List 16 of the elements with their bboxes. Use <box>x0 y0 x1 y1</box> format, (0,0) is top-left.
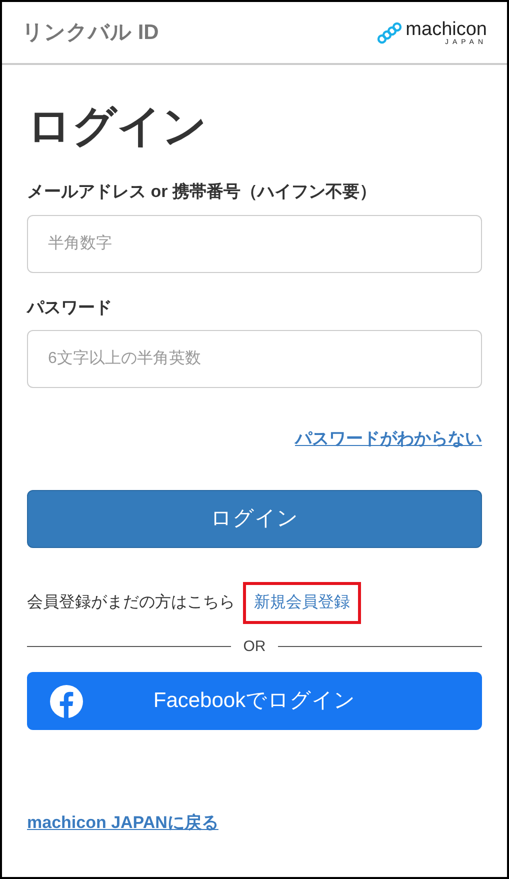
login-button[interactable]: ログイン <box>27 490 482 548</box>
app-title: リンクバル ID <box>22 20 159 46</box>
back-link[interactable]: machicon JAPANに戻る <box>27 810 218 836</box>
field-label: パスワード <box>27 296 113 318</box>
facebook-login-button[interactable]: Facebookでログイン <box>27 672 482 730</box>
input-field[interactable]: 半角数字 <box>27 214 482 272</box>
spring-logo-icon <box>376 20 402 46</box>
input-field[interactable]: 6文字以上の半角英数 <box>27 330 482 388</box>
field-label: メールアドレス or 携帯番号（ハイフン不要） <box>27 181 378 203</box>
page-heading: ログイン <box>27 105 208 149</box>
forgot-password-link[interactable]: パスワードがわからない <box>295 426 482 452</box>
register-prompt: 会員登録がまだの方はこちら <box>27 592 235 612</box>
divider-label: OR <box>243 636 266 656</box>
register-link[interactable]: 新規会員登録 <box>243 582 361 624</box>
logo-name: machicon <box>406 20 487 38</box>
facebook-icon <box>50 684 83 718</box>
